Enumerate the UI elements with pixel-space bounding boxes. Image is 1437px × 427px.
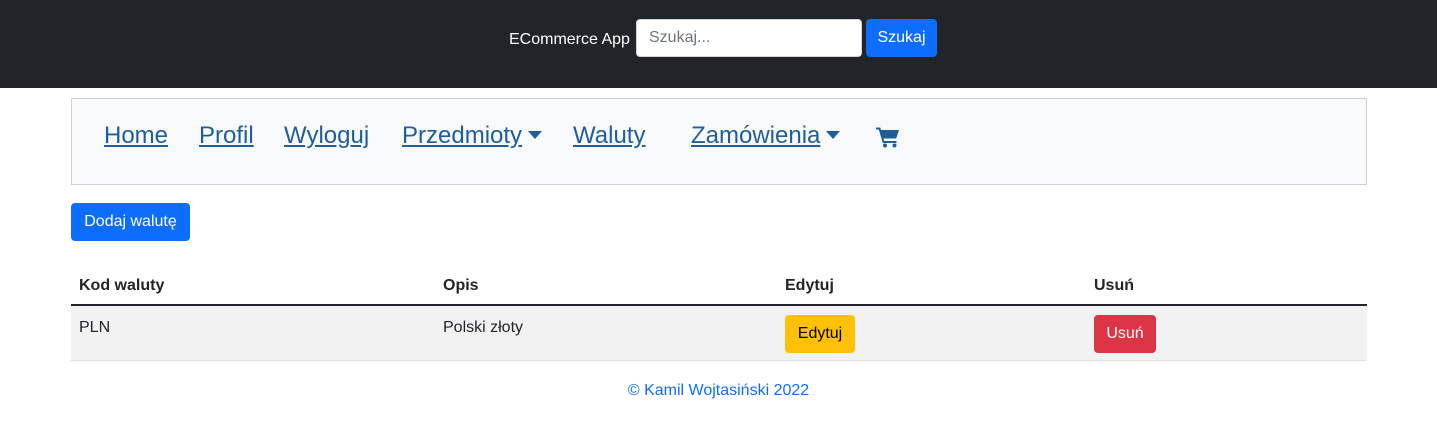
cell-code: PLN	[71, 305, 435, 361]
nav-link-profile[interactable]: Profil	[199, 121, 254, 151]
column-header-code: Kod waluty	[71, 267, 435, 306]
top-navbar: ECommerce App Szukaj	[0, 0, 1437, 88]
add-currency-button[interactable]: Dodaj walutę	[71, 203, 190, 241]
table-header-row: Kod waluty Opis Edytuj Usuń	[71, 267, 1367, 306]
nav-link-logout[interactable]: Wyloguj	[284, 121, 369, 151]
caret-down-icon	[528, 131, 543, 139]
shopping-cart-icon[interactable]	[876, 126, 900, 148]
column-header-edit: Edytuj	[777, 267, 1086, 306]
nav-dropdown-orders-label: Zamówienia	[691, 122, 821, 149]
cell-edit: Edytuj	[777, 305, 1086, 361]
currencies-table: Kod waluty Opis Edytuj Usuń PLN Polski z…	[71, 267, 1367, 361]
currency-description: Polski złoty	[443, 319, 524, 336]
table-row: PLN Polski złoty Edytuj Usuń	[71, 305, 1367, 361]
nav-link-currencies[interactable]: Waluty	[573, 121, 645, 151]
nav-dropdown-items-label: Przedmioty	[402, 122, 523, 149]
caret-down-icon	[826, 131, 841, 139]
search-button[interactable]: Szukaj	[866, 19, 937, 57]
column-header-delete: Usuń	[1086, 267, 1367, 306]
cell-delete: Usuń	[1086, 305, 1367, 361]
search-input[interactable]	[636, 19, 862, 57]
nav-link-home[interactable]: Home	[104, 121, 168, 151]
footer-copyright: © Kamil Wojtasiński 2022	[627, 382, 810, 399]
brand-name[interactable]: ECommerce App	[509, 30, 630, 50]
column-header-description: Opis	[435, 267, 777, 306]
edit-button[interactable]: Edytuj	[785, 315, 855, 353]
currency-code: PLN	[79, 319, 111, 336]
nav-dropdown-orders[interactable]: Zamówienia	[691, 121, 841, 151]
delete-button[interactable]: Usuń	[1094, 315, 1156, 353]
cell-description: Polski złoty	[435, 305, 777, 361]
main-nav: Home Profil Wyloguj Przedmioty Waluty Za…	[71, 98, 1367, 185]
nav-dropdown-items[interactable]: Przedmioty	[402, 121, 543, 151]
